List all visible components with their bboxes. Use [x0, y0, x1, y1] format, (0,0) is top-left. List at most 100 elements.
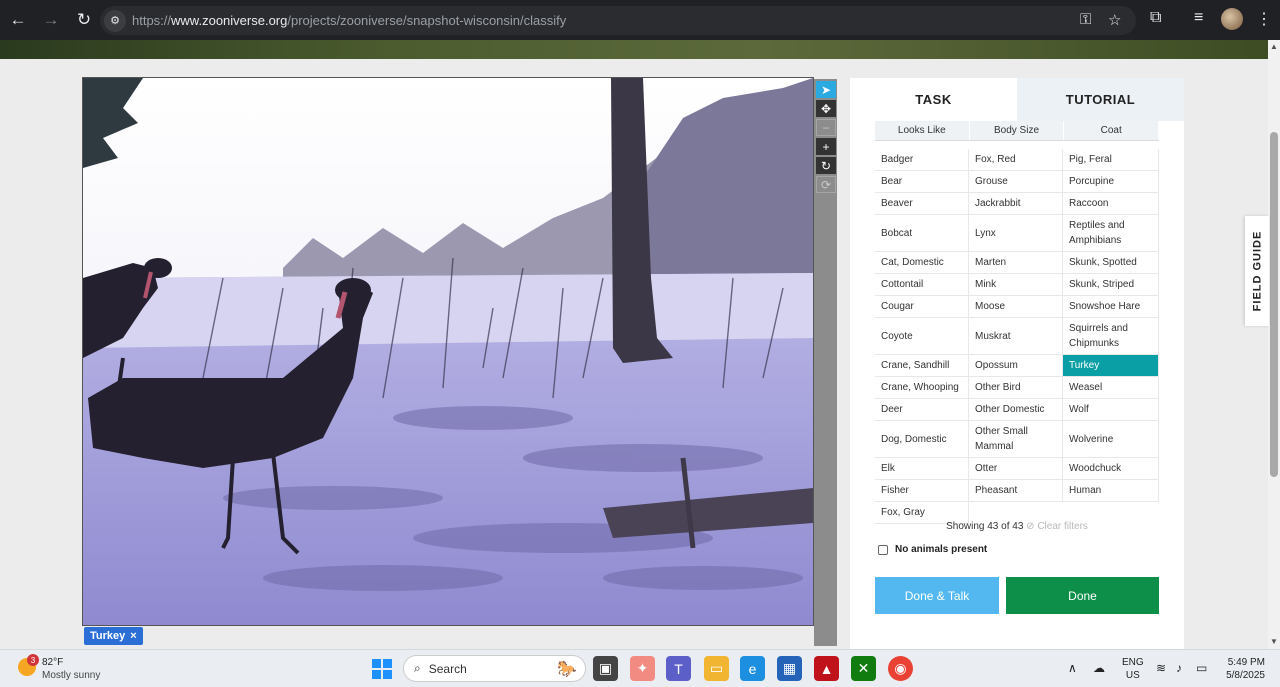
tag-remove-icon[interactable]: ×: [130, 630, 136, 642]
onedrive-cloud-icon[interactable]: ☁: [1093, 661, 1105, 675]
done-and-talk-button[interactable]: Done & Talk: [875, 577, 999, 614]
store-icon[interactable]: ▦: [777, 656, 802, 681]
species-choice[interactable]: Fisher: [875, 480, 969, 502]
species-choice[interactable]: Reptiles and Amphibians: [1063, 215, 1159, 252]
species-choice[interactable]: Wolf: [1063, 399, 1159, 421]
species-choice[interactable]: Raccoon: [1063, 193, 1159, 215]
windows-taskbar: 3 82°F Mostly sunny ⌕ Search 🐎 ▣ ✦ T ▭ e…: [0, 649, 1280, 687]
species-choice[interactable]: Pheasant: [969, 480, 1063, 502]
species-choice[interactable]: Mink: [969, 274, 1063, 296]
teams-icon[interactable]: T: [666, 656, 691, 681]
species-choice[interactable]: Cottontail: [875, 274, 969, 296]
copilot-icon[interactable]: ✦: [630, 656, 655, 681]
subject-image[interactable]: [82, 77, 814, 626]
weather-widget[interactable]: 82°F Mostly sunny: [42, 656, 100, 682]
done-button[interactable]: Done: [1006, 577, 1159, 614]
species-choice[interactable]: Other Domestic: [969, 399, 1063, 421]
subject-tag[interactable]: Turkey ×: [84, 627, 143, 645]
species-choice[interactable]: Other Small Mammal: [969, 421, 1063, 458]
address-bar[interactable]: ⚙ https://www.zooniverse.org/projects/zo…: [100, 6, 1136, 35]
species-choice[interactable]: Crane, Sandhill: [875, 355, 969, 377]
scroll-up-icon[interactable]: ▲: [1270, 42, 1278, 51]
system-clock[interactable]: 5:49 PM 5/8/2025: [1218, 656, 1265, 682]
filter-body-size[interactable]: Body Size: [970, 121, 1065, 140]
red-app-icon[interactable]: ▲: [814, 656, 839, 681]
tab-tutorial[interactable]: TUTORIAL: [1017, 78, 1184, 121]
field-guide-tab[interactable]: FIELD GUIDE: [1245, 216, 1269, 326]
forward-icon[interactable]: →: [36, 5, 66, 35]
no-animals-option[interactable]: No animals present: [878, 544, 987, 555]
bookmark-star-icon[interactable]: ☆: [1108, 11, 1121, 29]
species-choice[interactable]: Skunk, Striped: [1063, 274, 1159, 296]
species-choice[interactable]: Other Bird: [969, 377, 1063, 399]
species-choice[interactable]: Porcupine: [1063, 171, 1159, 193]
reset-icon[interactable]: ⟳: [816, 176, 836, 193]
zoom-in-icon[interactable]: +: [816, 138, 836, 155]
page-scrollbar[interactable]: ▲ ▼: [1268, 40, 1280, 649]
password-key-icon[interactable]: ⚿: [1080, 11, 1091, 28]
site-info-icon[interactable]: ⚙: [104, 9, 126, 32]
move-tool-icon[interactable]: ✥: [816, 100, 836, 117]
edge-icon[interactable]: e: [740, 656, 765, 681]
species-choice[interactable]: Jackrabbit: [969, 193, 1063, 215]
scroll-down-icon[interactable]: ▼: [1270, 637, 1278, 646]
species-choice[interactable]: Wolverine: [1063, 421, 1159, 458]
species-choice[interactable]: Coyote: [875, 318, 969, 355]
species-choice[interactable]: Otter: [969, 458, 1063, 480]
media-control-icon[interactable]: ≡: [1194, 9, 1203, 27]
tray-overflow-icon[interactable]: ∧: [1068, 661, 1077, 675]
species-choice[interactable]: Bobcat: [875, 215, 969, 252]
species-choice[interactable]: Elk: [875, 458, 969, 480]
species-choice[interactable]: Opossum: [969, 355, 1063, 377]
species-choice[interactable]: Beaver: [875, 193, 969, 215]
species-choice[interactable]: Crane, Whooping: [875, 377, 969, 399]
clear-filters-link[interactable]: ⊘ Clear filters: [1026, 521, 1088, 532]
species-choice[interactable]: Badger: [875, 149, 969, 171]
species-choice[interactable]: Dog, Domestic: [875, 421, 969, 458]
profile-avatar[interactable]: [1221, 8, 1243, 30]
species-choice[interactable]: Deer: [875, 399, 969, 421]
species-choice[interactable]: Marten: [969, 252, 1063, 274]
wifi-icon[interactable]: ≋: [1156, 661, 1166, 675]
pointer-tool-icon[interactable]: ➤: [816, 81, 836, 98]
menu-kebab-icon[interactable]: ⋮: [1256, 9, 1272, 29]
species-choice[interactable]: Skunk, Spotted: [1063, 252, 1159, 274]
no-animals-checkbox[interactable]: [878, 544, 888, 555]
species-choice[interactable]: Lynx: [969, 215, 1063, 252]
start-windows-icon[interactable]: [372, 659, 392, 679]
species-choice[interactable]: Squirrels and Chipmunks: [1063, 318, 1159, 355]
input-language[interactable]: ENG US: [1122, 656, 1144, 682]
species-choice[interactable]: Fox, Red: [969, 149, 1063, 171]
battery-icon[interactable]: ▭: [1196, 661, 1207, 675]
filter-looks-like[interactable]: Looks Like: [875, 121, 970, 140]
species-choice[interactable]: Weasel: [1063, 377, 1159, 399]
species-choice[interactable]: Cat, Domestic: [875, 252, 969, 274]
species-choice[interactable]: Grouse: [969, 171, 1063, 193]
volume-icon[interactable]: ♪: [1176, 661, 1182, 675]
url-prefix: https://: [132, 13, 172, 28]
species-choice[interactable]: Turkey: [1063, 355, 1159, 377]
species-choice[interactable]: Moose: [969, 296, 1063, 318]
species-choice[interactable]: Woodchuck: [1063, 458, 1159, 480]
tab-task[interactable]: TASK: [850, 78, 1017, 121]
chrome-icon[interactable]: ◉: [888, 656, 913, 681]
extensions-icon[interactable]: ⧉: [1150, 9, 1161, 27]
species-choice[interactable]: Cougar: [875, 296, 969, 318]
species-choice[interactable]: Muskrat: [969, 318, 1063, 355]
zoom-out-icon[interactable]: −: [816, 119, 836, 136]
url-text[interactable]: https://www.zooniverse.org/projects/zoon…: [132, 13, 566, 28]
weather-condition: Mostly sunny: [42, 670, 101, 681]
scroll-thumb[interactable]: [1270, 132, 1278, 477]
species-choice[interactable]: Bear: [875, 171, 969, 193]
species-choice[interactable]: Human: [1063, 480, 1159, 502]
species-choice[interactable]: Snowshoe Hare: [1063, 296, 1159, 318]
file-explorer-icon[interactable]: ▭: [704, 656, 729, 681]
task-view-icon[interactable]: ▣: [593, 656, 618, 681]
xbox-icon[interactable]: ✕: [851, 656, 876, 681]
taskbar-search[interactable]: ⌕ Search 🐎: [403, 655, 586, 682]
rotate-icon[interactable]: ↻: [816, 157, 836, 174]
species-choice[interactable]: Pig, Feral: [1063, 149, 1159, 171]
filter-coat[interactable]: Coat: [1064, 121, 1160, 140]
back-icon[interactable]: ←: [3, 5, 33, 35]
reload-icon[interactable]: ↻: [69, 5, 99, 35]
